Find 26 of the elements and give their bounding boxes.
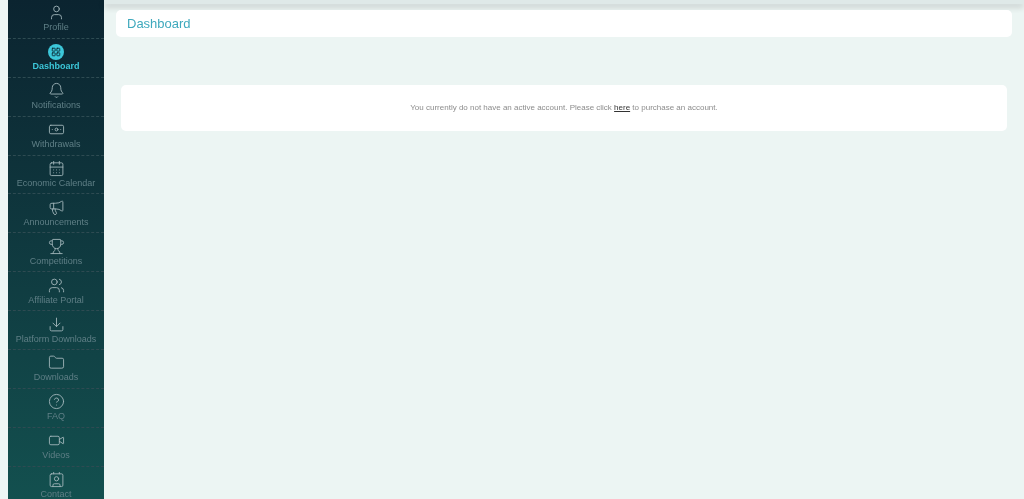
sidebar-item[interactable]: FAQ: [8, 388, 104, 428]
sidebar-item[interactable]: Notifications: [8, 77, 104, 117]
folder-icon: [47, 354, 65, 372]
sidebar-item[interactable]: Affiliate Portal: [8, 272, 104, 312]
sidebar-item[interactable]: Contact: [8, 466, 104, 499]
sidebar-item[interactable]: Economic Calendar: [8, 155, 104, 195]
sidebar-item[interactable]: Announcements: [8, 194, 104, 234]
sidebar-item[interactable]: Downloads: [8, 350, 104, 389]
sidebar-item[interactable]: Videos: [8, 427, 104, 467]
calendar-icon: [47, 160, 65, 177]
megaphone-icon: [47, 198, 65, 216]
sidebar-item[interactable]: Competitions: [8, 233, 104, 273]
contact-icon: [47, 471, 65, 489]
people-icon: [47, 276, 65, 294]
grid-icon: [48, 43, 64, 60]
help-icon: [47, 393, 65, 411]
trophy-icon: [47, 237, 65, 255]
bell-icon: [47, 82, 65, 100]
page-title: Dashboard: [127, 14, 191, 33]
sidebar-item[interactable]: Profile: [8, 0, 104, 39]
sidebar-item[interactable]: Platform Downloads: [8, 311, 104, 350]
sidebar-item[interactable]: Withdrawals: [8, 116, 104, 156]
download-icon: [47, 315, 65, 333]
notice-text: You currently do not have an active account. Please click here to purchase an account.: [410, 102, 718, 114]
purchase-link[interactable]: here: [614, 103, 631, 112]
sidebar-item[interactable]: Dashboard: [8, 38, 104, 78]
